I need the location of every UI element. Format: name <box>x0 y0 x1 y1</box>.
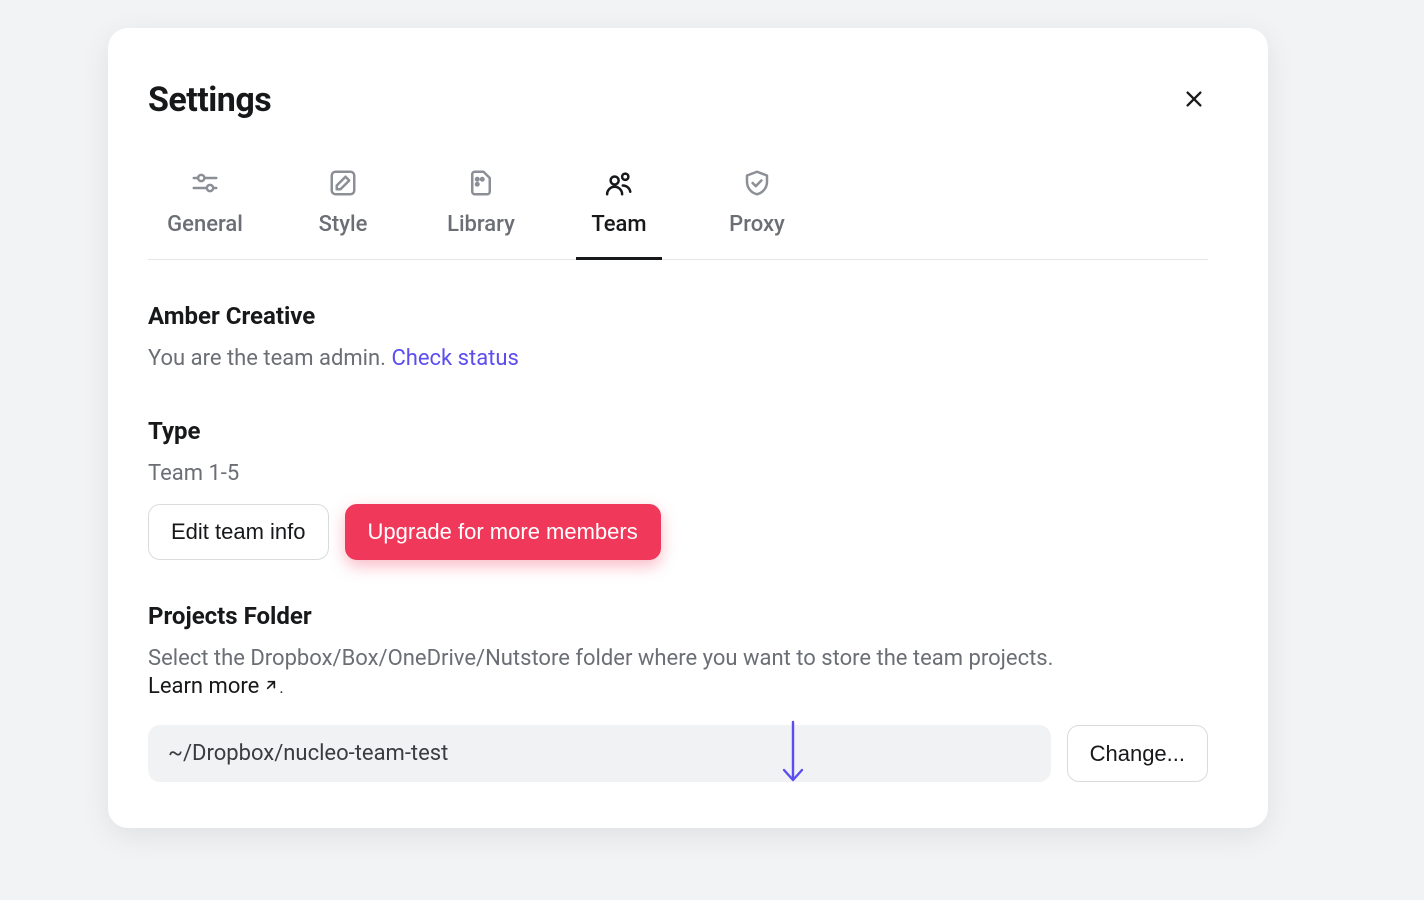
team-type-section: Type Team 1-5 Edit team info Upgrade for… <box>148 417 1208 560</box>
tab-label: Proxy <box>729 212 785 237</box>
tab-team[interactable]: Team <box>576 168 662 260</box>
check-status-link[interactable]: Check status <box>391 346 518 371</box>
projects-description: Select the Dropbox/Box/OneDrive/Nutstore… <box>148 646 1053 671</box>
admin-line: You are the team admin. Check status <box>148 344 1208 375</box>
modal-title: Settings <box>148 80 271 120</box>
upgrade-button[interactable]: Upgrade for more members <box>345 504 661 560</box>
projects-folder-path: ~/Dropbox/nucleo-team-test <box>148 725 1051 782</box>
tab-general[interactable]: General <box>162 168 248 260</box>
tab-label: Style <box>319 212 368 237</box>
projects-folder-section: Projects Folder Select the Dropbox/Box/O… <box>148 602 1208 783</box>
team-icon <box>604 168 634 198</box>
projects-description-line: Select the Dropbox/Box/OneDrive/Nutstore… <box>148 644 1208 700</box>
tab-proxy[interactable]: Proxy <box>714 168 800 260</box>
tab-label: General <box>167 212 243 237</box>
sliders-icon <box>190 168 220 198</box>
pencil-square-icon <box>328 168 358 198</box>
file-icon <box>466 168 496 198</box>
settings-modal: Settings General Style <box>108 28 1268 828</box>
team-name-section: Amber Creative You are the team admin. C… <box>148 302 1208 375</box>
external-link-icon <box>263 674 279 699</box>
tab-library[interactable]: Library <box>438 168 524 260</box>
tab-label: Library <box>447 212 515 237</box>
change-folder-button[interactable]: Change... <box>1067 725 1208 782</box>
type-value: Team 1-5 <box>148 459 1208 490</box>
type-heading: Type <box>148 417 1208 445</box>
close-icon <box>1183 88 1205 113</box>
close-button[interactable] <box>1174 80 1214 120</box>
tabs: General Style Library <box>148 168 1208 260</box>
shield-check-icon <box>742 168 772 198</box>
tab-label: Team <box>591 212 646 237</box>
team-buttons: Edit team info Upgrade for more members <box>148 504 1208 560</box>
folder-row: ~/Dropbox/nucleo-team-test Change... <box>148 725 1208 782</box>
modal-header: Settings <box>148 80 1208 120</box>
projects-heading: Projects Folder <box>148 602 1208 630</box>
team-name-heading: Amber Creative <box>148 302 1208 330</box>
tab-style[interactable]: Style <box>300 168 386 260</box>
learn-more-link[interactable]: Learn more <box>148 674 279 699</box>
edit-team-info-button[interactable]: Edit team info <box>148 504 329 560</box>
